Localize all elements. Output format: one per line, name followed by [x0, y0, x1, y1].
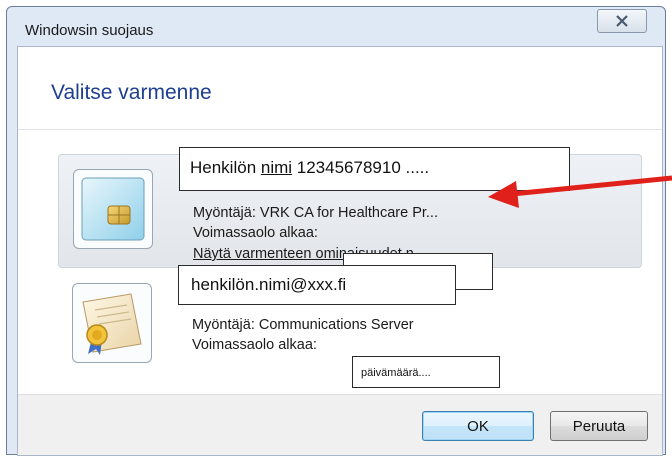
overlay-name-suffix: 12345678910 .....	[292, 158, 430, 177]
title-bar: Windowsin suojaus	[7, 7, 665, 47]
close-x-icon	[615, 15, 629, 27]
certificate-issuer: Myöntäjä: Communications Server	[192, 317, 414, 333]
dialog-header: Valitse varmenne	[18, 47, 662, 129]
cancel-button[interactable]: Peruuta	[550, 411, 648, 441]
overlay-name-prefix: Henkilön	[190, 158, 261, 177]
overlay-name-underlined: nimi	[260, 158, 293, 177]
certificate-valid-from-label: Voimassaolo alkaa:	[192, 337, 317, 353]
certificate-ribbon-icon	[72, 283, 152, 363]
dialog-content: Valitse varmenne Myöntäjä: VRK CA for He…	[17, 46, 663, 456]
window-title: Windowsin suojaus	[25, 22, 154, 39]
certificate-issuer: Myöntäjä: VRK CA for Healthcare Pr...	[193, 205, 438, 221]
smart-card-icon	[73, 169, 153, 249]
certificate-item[interactable]: Myöntäjä: Communications Server Voimassa…	[58, 265, 642, 388]
header-divider	[18, 129, 662, 130]
ok-button[interactable]: OK	[422, 411, 534, 441]
redaction-name-box: Henkilön nimi 12345678910 .....	[179, 147, 570, 191]
certificate-item-selected[interactable]: Myöntäjä: VRK CA for Healthcare Pr... Vo…	[58, 147, 642, 290]
security-dialog-window: Windowsin suojaus Valitse varmenne Myönt…	[6, 6, 666, 456]
certificate-valid-from-label: Voimassaolo alkaa:	[193, 225, 318, 241]
close-button[interactable]	[597, 9, 647, 33]
redaction-date-box: päivämäärä....	[352, 356, 500, 388]
dialog-heading: Valitse varmenne	[51, 81, 212, 104]
redaction-email-box: henkilön.nimi@xxx.fi	[178, 265, 456, 305]
dialog-footer: OK Peruuta	[18, 394, 662, 455]
